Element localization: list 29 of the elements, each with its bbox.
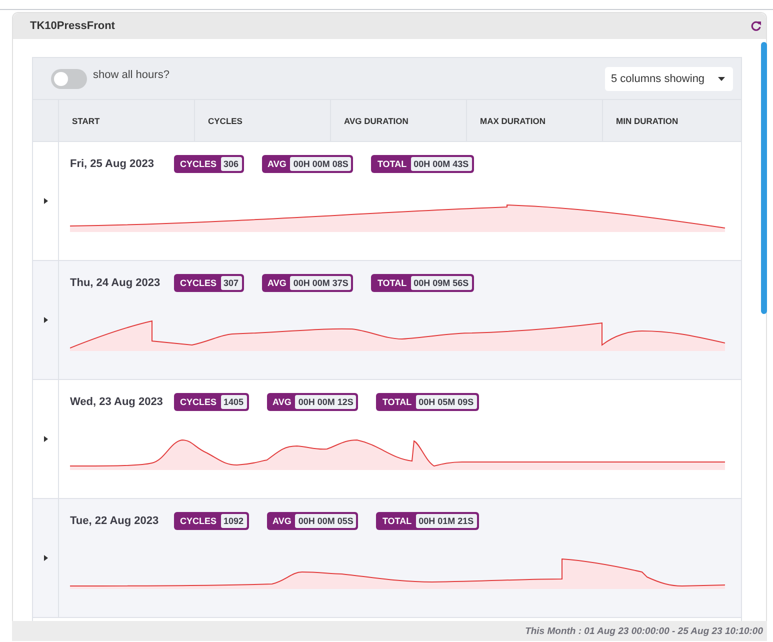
stat-badge: AVG 00H 00M 05S [266,512,358,530]
panel-title: TK10PressFront [30,20,115,32]
row-date: Tue, 22 Aug 2023 [70,515,160,527]
stat-badge: TOTAL 00H 09M 56S [371,274,474,292]
toggle-switch[interactable] [51,68,87,88]
scrollbar[interactable] [761,42,767,314]
stat-badge: CYCLES 307 [174,274,244,292]
row-date: Thu, 24 Aug 2023 [70,277,162,289]
stat-badge: AVG 00H 00M 12S [266,393,358,411]
row-date: Fri, 25 Aug 2023 [70,158,155,170]
expand-triangle-icon[interactable] [42,317,48,323]
stat-badge: AVG 00H 00M 37S [262,274,354,292]
caret-icon [718,76,725,80]
expand-triangle-icon[interactable] [42,555,48,561]
stat-badge: AVG 00H 00M 08S [262,155,354,173]
toggle-label: show all hours? [93,68,170,80]
stat-badge: CYCLES 306 [174,155,244,173]
date-range-footer: This Month : 01 Aug 23 00:00:00 - 25 Aug 23 10:10:00 [12,621,767,641]
stat-badge: TOTAL 00H 01M 21S [376,512,479,530]
stat-badge: TOTAL 00H 00M 43S [371,155,474,173]
stat-badge: CYCLES 1405 [174,393,249,411]
column-select-dropdown[interactable]: 5 columns showing [605,66,733,90]
expand-triangle-icon[interactable] [42,198,48,204]
refresh-icon[interactable] [750,20,762,32]
stat-badge: CYCLES 1092 [174,512,249,530]
stat-badge: TOTAL 00H 05M 09S [376,393,479,411]
column-header[interactable]: MIN DURATION [603,100,741,141]
expand-triangle-icon[interactable] [42,436,48,442]
row-date: Wed, 23 Aug 2023 [70,396,164,408]
